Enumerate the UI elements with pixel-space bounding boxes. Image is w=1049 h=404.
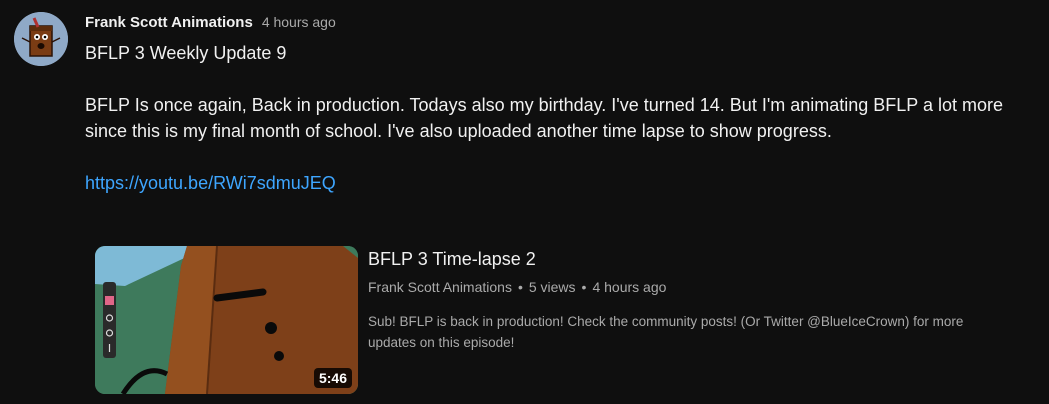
video-duration: 5:46 <box>313 368 352 388</box>
video-metadata: Frank Scott Animations • 5 views • 4 hours a… <box>368 279 666 295</box>
channel-avatar[interactable] <box>14 12 68 66</box>
author-name[interactable]: Frank Scott Animations <box>85 14 253 31</box>
post-body: BFLP 3 Weekly Update 9 BFLP Is once agai… <box>85 40 1015 196</box>
post-text: BFLP Is once again, Back in production. … <box>85 95 1004 141</box>
community-post: Frank Scott Animations 4 hours ago BFLP … <box>0 0 1049 404</box>
post-link[interactable]: https://youtu.be/RWi7sdmuJEQ <box>85 173 336 193</box>
video-attachment[interactable]: 5:46 BFLP 3 Time-lapse 2 Frank Scott Ani… <box>95 246 995 396</box>
meta-separator: • <box>581 279 587 295</box>
avatar-character-icon <box>14 12 68 66</box>
meta-separator: • <box>517 279 523 295</box>
video-channel[interactable]: Frank Scott Animations <box>368 279 512 295</box>
video-title[interactable]: BFLP 3 Time-lapse 2 <box>368 249 536 270</box>
post-title: BFLP 3 Weekly Update 9 <box>85 43 287 63</box>
video-description: Sub! BFLP is back in production! Check t… <box>368 314 964 350</box>
video-thumbnail[interactable]: 5:46 <box>95 246 358 394</box>
post-header: Frank Scott Animations 4 hours ago <box>85 12 336 32</box>
video-age: 4 hours ago <box>592 279 667 295</box>
video-views: 5 views <box>528 279 576 295</box>
post-time[interactable]: 4 hours ago <box>262 14 336 30</box>
